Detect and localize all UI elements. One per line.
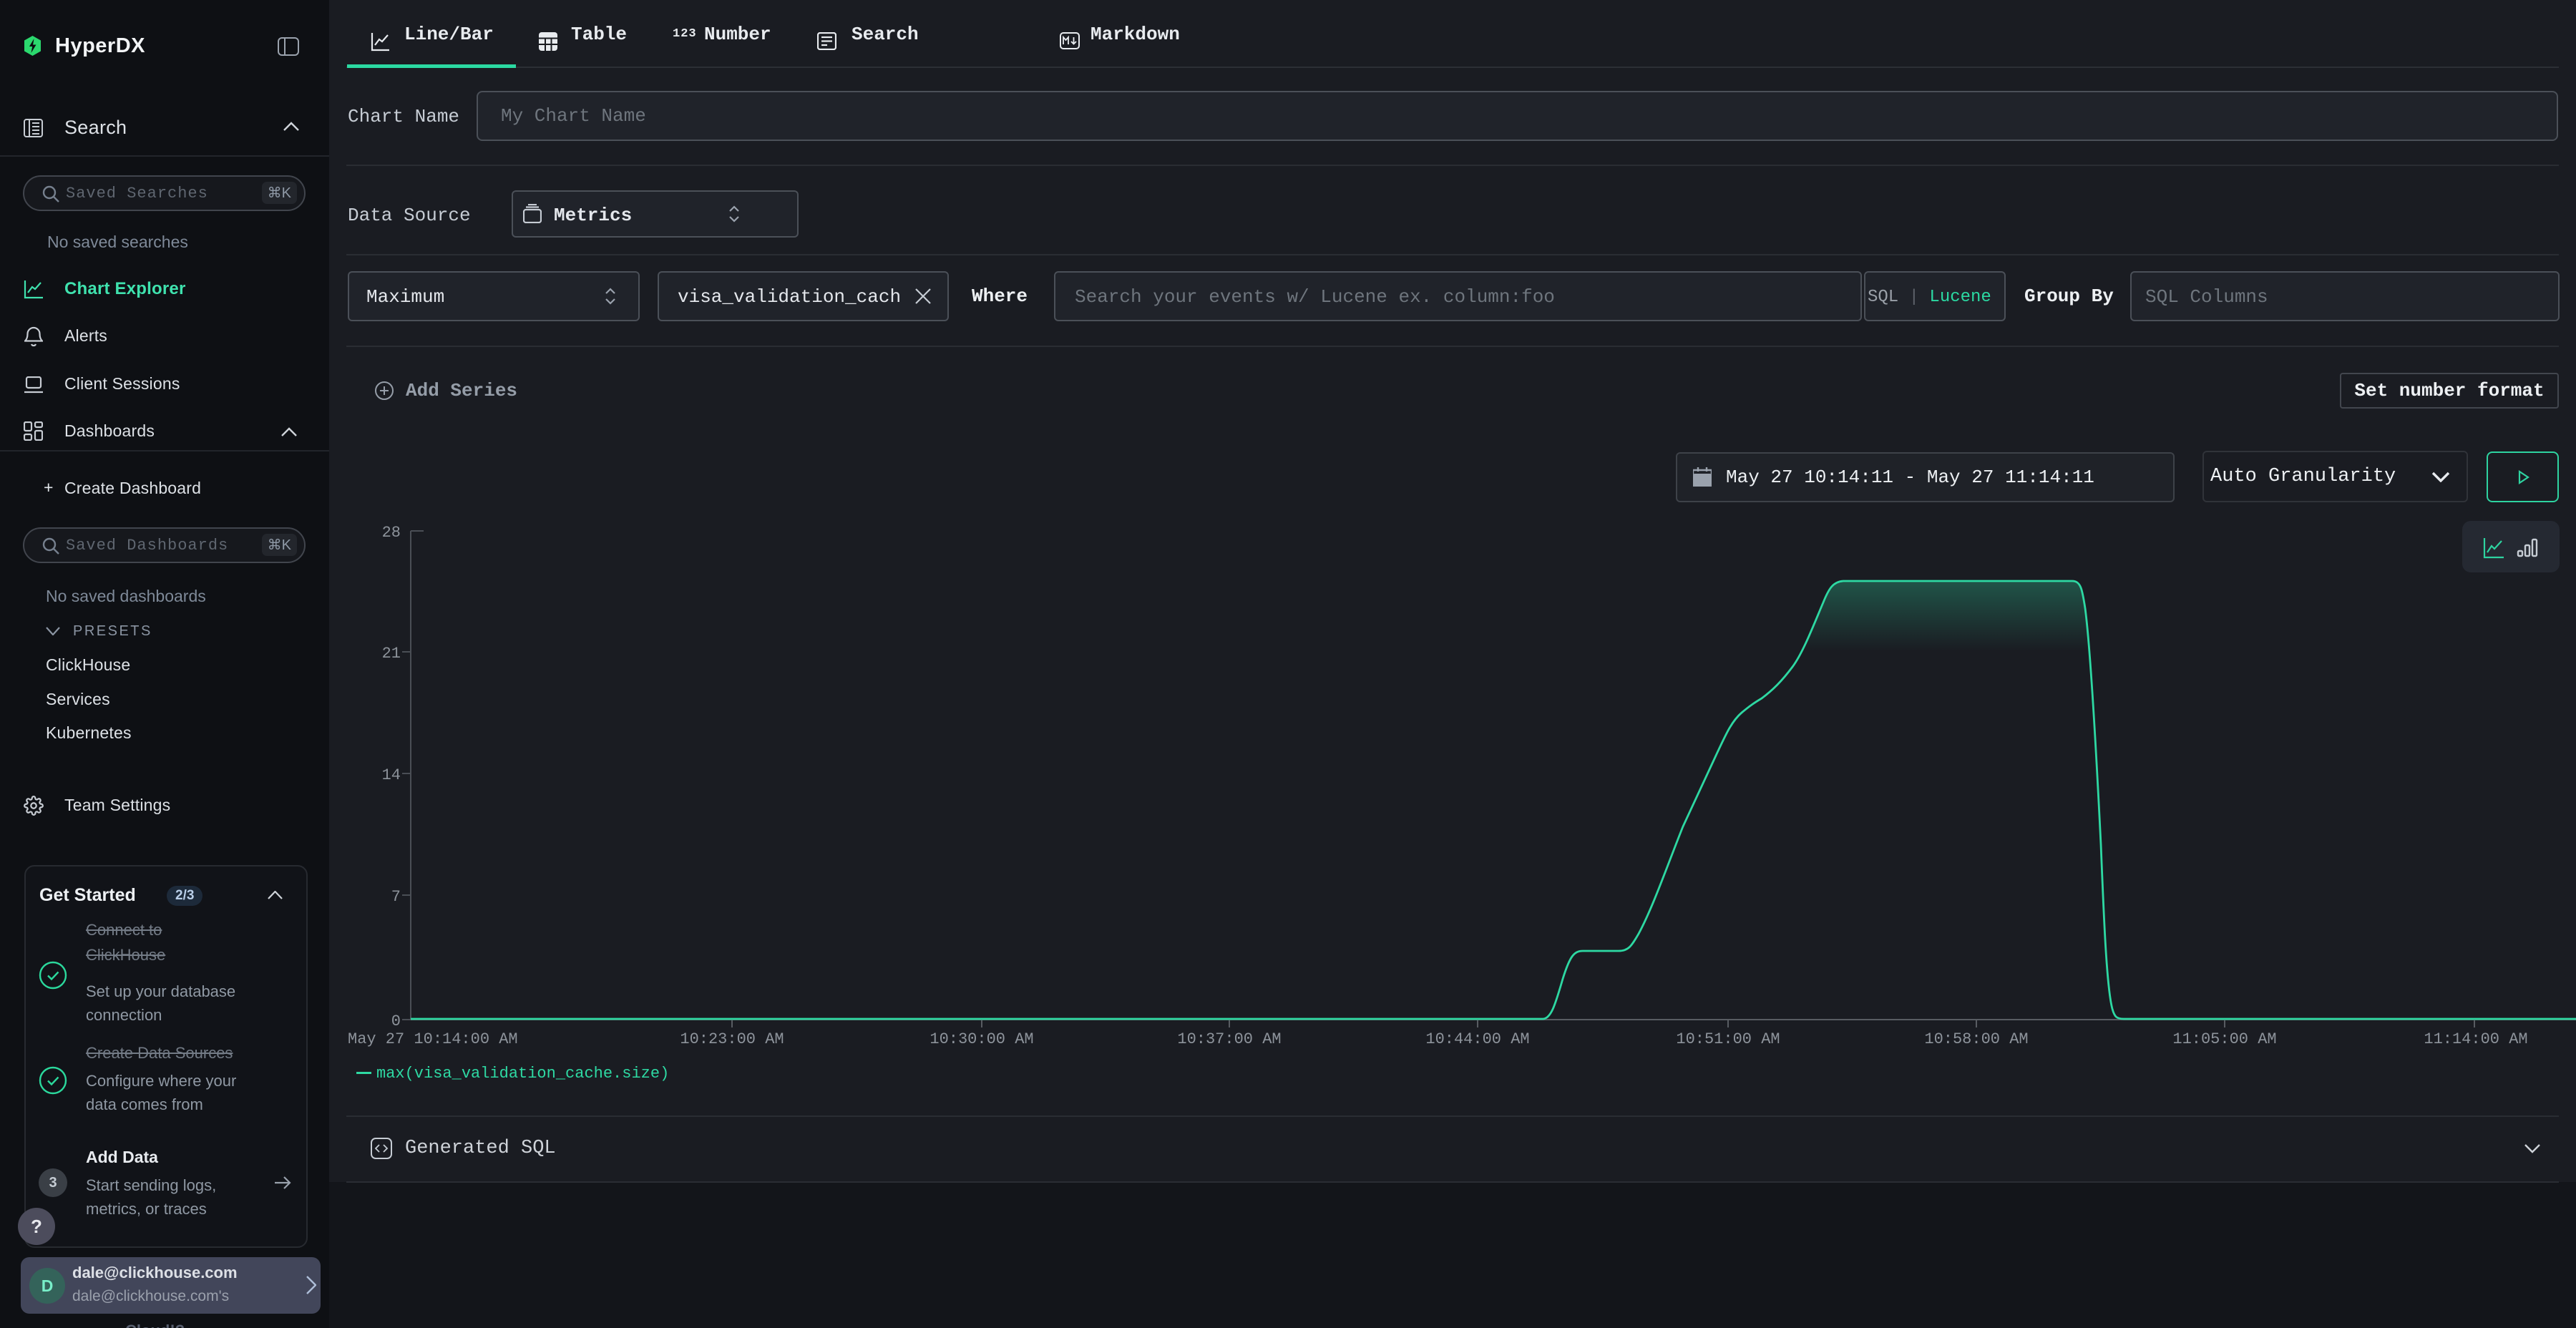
svg-text:10:51:00 AM: 10:51:00 AM	[1676, 1030, 1780, 1048]
svg-text:11:05:00 AM: 11:05:00 AM	[2172, 1030, 2276, 1048]
svg-text:10:30:00 AM: 10:30:00 AM	[930, 1030, 1033, 1048]
svg-text:May 27 10:14:00 AM: May 27 10:14:00 AM	[348, 1030, 518, 1048]
svg-text:11:14:00 AM: 11:14:00 AM	[2424, 1030, 2527, 1048]
svg-text:14: 14	[382, 766, 401, 784]
svg-text:10:44:00 AM: 10:44:00 AM	[1425, 1030, 1529, 1048]
svg-text:7: 7	[391, 888, 401, 906]
svg-text:10:23:00 AM: 10:23:00 AM	[680, 1030, 784, 1048]
svg-text:28: 28	[382, 524, 401, 542]
svg-text:21: 21	[382, 645, 401, 663]
svg-text:10:58:00 AM: 10:58:00 AM	[1924, 1030, 2028, 1048]
svg-text:0: 0	[391, 1012, 401, 1030]
svg-text:10:37:00 AM: 10:37:00 AM	[1177, 1030, 1281, 1048]
